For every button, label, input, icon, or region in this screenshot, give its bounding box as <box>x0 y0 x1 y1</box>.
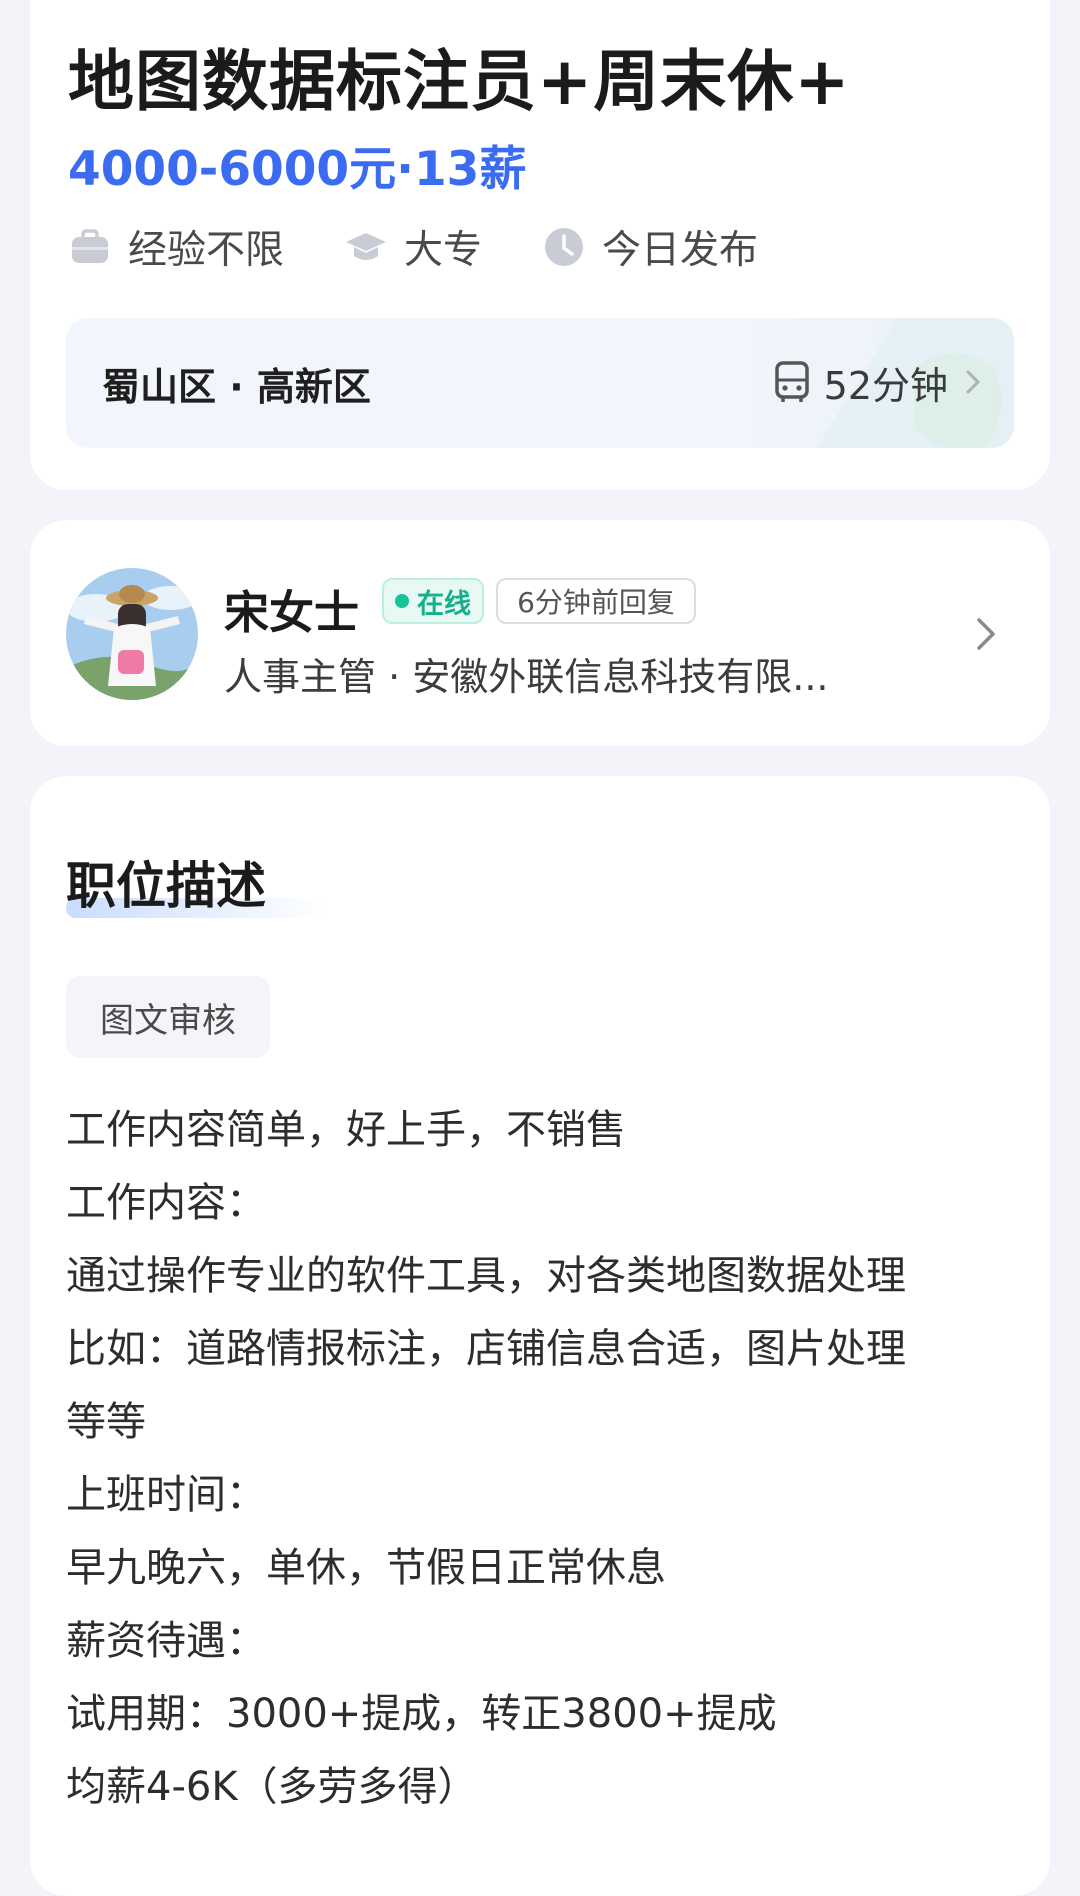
recruiter-subtitle: 人事主管 · 安徽外联信息科技有限... <box>224 655 829 699</box>
commute-time: 52分钟 <box>823 363 948 408</box>
skill-tag: 图文审核 <box>66 976 270 1058</box>
reply-time-label: 6分钟前回复 <box>517 586 675 619</box>
description-text: 工作内容简单，好上手，不销售 工作内容： 通过操作专业的软件工具，对各类地图数据… <box>66 1094 1026 1824</box>
skill-tag-label: 图文审核 <box>100 1000 236 1041</box>
chevron-right-icon[interactable] <box>972 614 1000 654</box>
job-tags: 经验不限 大专 今日发布 <box>68 219 818 275</box>
description-line: 工作内容： <box>66 1180 266 1226</box>
description-line: 工作内容简单，好上手，不销售 <box>66 1107 626 1153</box>
recruiter-name: 宋女士 <box>224 586 360 639</box>
online-label: 在线 <box>417 588 471 620</box>
tag-label: 大专 <box>404 228 483 273</box>
description-line: 上班时间： <box>66 1472 266 1518</box>
description-line: 比如：道路情报标注，店铺信息合适，图片处理 <box>66 1326 906 1372</box>
commute-info[interactable]: 52分钟 <box>772 352 984 412</box>
description-line: 等等 <box>66 1399 146 1445</box>
location-commute-bar[interactable]: 蜀山区 · 高新区 52分钟 <box>66 318 1014 448</box>
bus-icon <box>774 361 809 402</box>
description-line: 早九晚六，单休，节假日正常休息 <box>66 1545 666 1591</box>
location-text: 蜀山区 · 高新区 <box>102 365 371 409</box>
online-dot-icon <box>395 594 409 608</box>
avatar <box>66 568 198 700</box>
tag-posted: 今日发布 <box>542 219 758 275</box>
job-header-card: 地图数据标注员+周末休+ 4000-6000元·13薪 经验不限 大专 今日发布 <box>30 0 1050 490</box>
job-title: 地图数据标注员+周末休+ <box>68 43 851 120</box>
briefcase-icon <box>72 229 108 263</box>
online-badge: 在线 <box>382 578 484 624</box>
recruiter-card[interactable]: 宋女士 在线 6分钟前回复 人事主管 · 安徽外联信息科技有限... <box>30 520 1050 746</box>
description-line: 试用期：3000+提成，转正3800+提成 <box>66 1691 777 1737</box>
tag-label: 经验不限 <box>128 228 285 273</box>
graduation-cap-icon <box>346 233 387 260</box>
salary: 4000-6000元·13薪 <box>68 142 527 197</box>
section-title-text: 职位描述 <box>66 857 266 915</box>
description-line: 均薪4-6K（多劳多得） <box>66 1764 478 1810</box>
chevron-right-icon <box>966 370 981 394</box>
section-title: 职位描述 <box>66 846 326 918</box>
description-line: 通过操作专业的软件工具，对各类地图数据处理 <box>66 1253 906 1299</box>
tag-label: 今日发布 <box>602 228 759 273</box>
tag-education: 大专 <box>344 219 482 275</box>
clock-icon <box>545 228 584 266</box>
reply-time-badge: 6分钟前回复 <box>496 578 696 624</box>
description-line: 薪资待遇： <box>66 1618 266 1664</box>
tag-experience: 经验不限 <box>68 219 284 275</box>
job-description-card: 职位描述 图文审核 工作内容简单，好上手，不销售 工作内容： 通过操作专业的软件… <box>30 776 1050 1896</box>
